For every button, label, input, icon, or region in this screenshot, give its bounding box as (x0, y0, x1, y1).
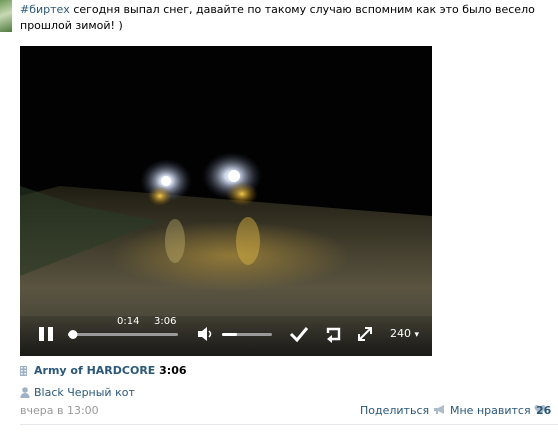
avatar[interactable] (0, 0, 12, 32)
post-body: сегодня выпал снег, давайте по такому сл… (20, 3, 535, 32)
megaphone-icon (433, 405, 444, 414)
video-title-link[interactable]: Army of HARDCORE 3:06 (34, 364, 187, 377)
pause-icon[interactable] (36, 324, 56, 344)
video-title: Army of HARDCORE (34, 364, 156, 377)
user-icon (20, 387, 30, 398)
post-date[interactable]: вчера в 13:00 (20, 404, 99, 417)
fullscreen-icon[interactable] (355, 324, 375, 344)
post-text: #биртех сегодня выпал снег, давайте по т… (20, 2, 555, 34)
video-player[interactable]: 0:14 3:06 240 ▾ (20, 46, 432, 356)
film-icon (20, 366, 27, 376)
video-duration: 3:06 (159, 364, 187, 377)
hashtag-link[interactable]: #биртех (20, 3, 70, 16)
like-count: 26 (536, 404, 552, 417)
video-frame (20, 46, 432, 356)
share-label: Поделиться (360, 404, 430, 417)
like-label: Мне нравится (450, 404, 531, 417)
share-button[interactable]: Поделиться (360, 404, 446, 417)
like-button[interactable]: Мне нравится (450, 404, 546, 417)
author-link[interactable]: Black Черный кот (34, 386, 135, 399)
chevron-down-icon: ▾ (414, 330, 420, 340)
progress-track (68, 333, 178, 336)
divider (20, 424, 558, 425)
check-icon[interactable] (288, 324, 310, 344)
volume-icon[interactable] (195, 324, 215, 344)
progress-knob (68, 330, 78, 339)
volume-slider[interactable] (220, 326, 276, 342)
repeat-icon[interactable] (324, 324, 344, 344)
quality-selector[interactable]: 240 ▾ (390, 327, 419, 340)
progress-bar[interactable] (66, 326, 182, 342)
quality-value: 240 (390, 327, 411, 340)
volume-fill (222, 333, 237, 336)
